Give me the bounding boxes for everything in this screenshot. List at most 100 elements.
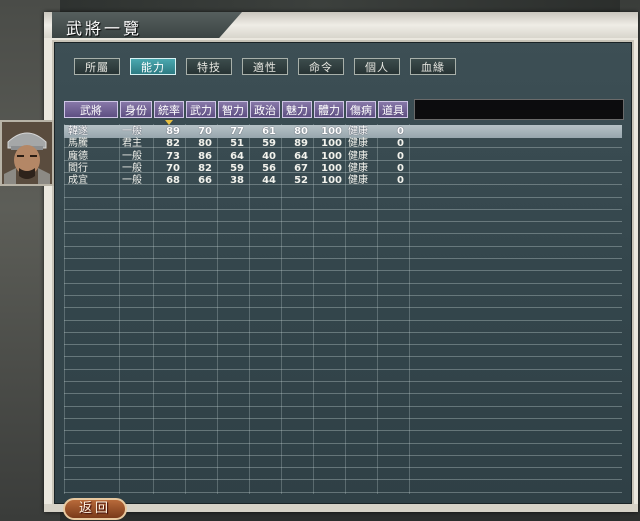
table-row[interactable]: 龐德 一般 73 86 64 40 64 100 健康 0	[64, 150, 622, 163]
cell-hp: 100	[321, 126, 342, 137]
grid-line	[64, 345, 622, 358]
grid-line	[64, 272, 622, 284]
grid-line	[64, 456, 622, 469]
grid-line	[64, 481, 622, 493]
cell-items: 0	[397, 150, 404, 162]
grid-line	[64, 321, 622, 333]
cell-lead: 70	[166, 162, 180, 174]
tab-orders[interactable]: 命令	[298, 58, 344, 75]
cell-lead: 89	[166, 126, 180, 137]
cell-rank: 君主	[122, 138, 142, 150]
grid-line	[64, 210, 622, 223]
cell-items: 0	[397, 138, 404, 150]
tab-ability[interactable]: 能力	[130, 58, 176, 75]
cell-war: 86	[198, 150, 212, 162]
window-bottom-border	[44, 504, 638, 512]
tab-personal[interactable]: 個人	[354, 58, 400, 75]
window-title: 武將一覽	[66, 19, 143, 38]
cell-int: 38	[230, 175, 244, 187]
cell-status: 健康	[348, 162, 368, 174]
cell-int: 59	[230, 162, 244, 174]
cell-hp: 100	[321, 175, 342, 187]
cell-rank: 一般	[122, 175, 142, 187]
grid-line	[64, 259, 622, 272]
cell-pol: 40	[262, 150, 276, 162]
cell-rank: 一般	[122, 150, 142, 162]
cell-hp: 100	[321, 150, 342, 162]
grid-line	[64, 382, 622, 395]
grid-line	[64, 222, 622, 235]
column-header-politics[interactable]: 政治	[250, 101, 280, 118]
cell-pol: 59	[262, 138, 276, 150]
cell-status: 健康	[348, 150, 368, 162]
grid-line	[64, 395, 622, 407]
column-header-stamina[interactable]: 體力	[314, 101, 344, 118]
tab-affiliation[interactable]: 所屬	[74, 58, 120, 75]
cell-chr: 67	[294, 162, 308, 174]
grid-line	[64, 419, 622, 432]
column-header-leadership[interactable]: 統率	[154, 101, 184, 118]
column-header-war[interactable]: 武力	[186, 101, 216, 118]
cell-rank: 一般	[122, 126, 142, 137]
table-row[interactable]: 韓遂 一般 89 70 77 61 80 100 健康 0	[64, 125, 622, 138]
grid-line	[64, 309, 622, 321]
column-header-charisma[interactable]: 魅力	[282, 101, 312, 118]
cell-rank: 一般	[122, 162, 142, 174]
column-header-injury[interactable]: 傷病	[346, 101, 376, 118]
officer-portrait	[0, 120, 54, 186]
cell-chr: 52	[294, 175, 308, 187]
cell-items: 0	[397, 162, 404, 174]
header-empty-area	[414, 99, 624, 120]
cell-lead: 73	[166, 150, 180, 162]
cell-status: 健康	[348, 175, 368, 187]
back-button[interactable]: 返回	[63, 498, 127, 520]
officer-table: 武將 身份 統率 武力 智力 政治 魅力 體力 傷病 道具 韓遂 一般 89 70 77…	[64, 94, 624, 494]
cell-name: 馬騰	[68, 138, 88, 150]
cell-lead: 68	[166, 175, 180, 187]
table-row[interactable]: 閻行 一般 70 82 59 56 67 100 健康 0	[64, 162, 622, 175]
grid-line	[64, 358, 622, 370]
cell-name: 閻行	[68, 162, 88, 174]
column-header-intelligence[interactable]: 智力	[218, 101, 248, 118]
grid-line	[64, 468, 622, 481]
grid-line	[64, 284, 622, 296]
grid-line	[64, 235, 622, 247]
cell-pol: 56	[262, 162, 276, 174]
cell-hp: 100	[321, 162, 342, 174]
tab-skills[interactable]: 特技	[186, 58, 232, 75]
grid-line	[64, 247, 622, 259]
cell-status: 健康	[348, 126, 368, 137]
grid-line	[64, 333, 622, 346]
cell-name: 龐德	[68, 150, 88, 162]
cell-war: 82	[198, 162, 212, 174]
grid-line	[64, 370, 622, 382]
cell-int: 64	[230, 150, 244, 162]
tab-aptitude[interactable]: 適性	[242, 58, 288, 75]
cell-int: 51	[230, 138, 244, 150]
cell-chr: 80	[294, 126, 308, 137]
column-header-officer[interactable]: 武將	[64, 101, 118, 118]
table-row[interactable]: 成宜 一般 68 66 38 44 52 100 健康 0	[64, 174, 622, 187]
cell-hp: 100	[321, 138, 342, 150]
cell-chr: 64	[294, 150, 308, 162]
grid-line	[64, 198, 622, 210]
cell-war: 70	[198, 126, 212, 137]
table-row[interactable]: 馬騰 君主 82 80 51 59 89 100 健康 0	[64, 137, 622, 150]
cell-items: 0	[397, 175, 404, 187]
cell-war: 80	[198, 138, 212, 150]
list-panel: 所屬 能力 特技 適性 命令 個人 血緣 武將 身份 統率 武力 智力 政治 魅…	[52, 40, 634, 506]
portrait-image	[2, 122, 52, 184]
cell-lead: 82	[166, 138, 180, 150]
grid-line	[64, 432, 622, 444]
column-header-rank[interactable]: 身份	[120, 101, 152, 118]
cell-int: 77	[230, 126, 244, 137]
cell-name: 韓遂	[68, 126, 88, 137]
officer-list-window: 武將一覽 所屬 能力 特技 適性 命令 個人 血緣 武將 身份 統率 武力 智力…	[44, 12, 638, 512]
cell-war: 66	[198, 175, 212, 187]
grid-line	[64, 296, 622, 309]
cell-items: 0	[397, 126, 404, 137]
grid-line	[64, 444, 622, 456]
grid-line	[64, 407, 622, 419]
tab-lineage[interactable]: 血緣	[410, 58, 456, 75]
column-header-items[interactable]: 道具	[378, 101, 408, 118]
